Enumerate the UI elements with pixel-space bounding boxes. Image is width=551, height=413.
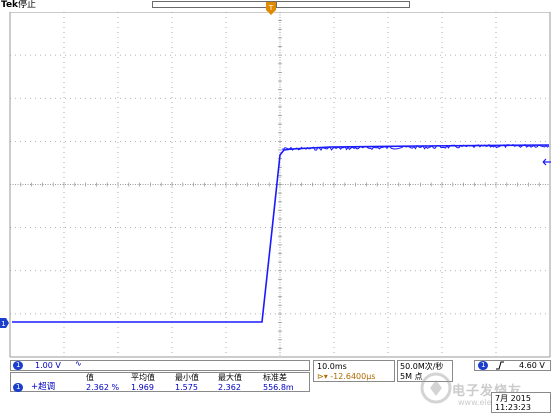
meas-value: 2.362 % [86, 383, 120, 392]
meas-header-value: 值 [86, 373, 94, 382]
trigger-level-marker[interactable] [541, 158, 551, 166]
measurement-source-badge: 1 [13, 383, 24, 392]
delay-value: -12.6400µs [330, 372, 376, 381]
svg-text:1: 1 [1, 320, 5, 328]
record-overview-bar[interactable] [152, 1, 410, 8]
trigger-position-icon[interactable]: T [264, 1, 278, 23]
meas-max: 2.362 [218, 383, 241, 392]
delay-row: ⊳▾ -12.6400µs [317, 372, 376, 382]
acquisition-status: 停止 [18, 0, 37, 10]
graticule [9, 11, 551, 358]
meas-stdev: 556.8m [263, 383, 294, 392]
channel-1-trace [12, 144, 550, 323]
measurement-readout[interactable]: 值 平均值 最小值 最大值 标准差 1 +超调 2.362 % 1.969 1.… [10, 372, 310, 392]
timebase-readout[interactable]: 10.0ms ⊳▾ -12.6400µs [313, 360, 395, 382]
svg-text:T: T [268, 4, 274, 12]
channel-scale-value: 1.00 V [35, 361, 61, 370]
trigger-level-value: 4.60 V [519, 361, 545, 370]
channel-badge: 1 [13, 361, 24, 370]
time: 11:23:23 [495, 403, 531, 412]
channel-scale-readout[interactable]: 1 1.00 V ∿ [10, 359, 310, 371]
meas-header-min: 最小值 [175, 373, 199, 382]
meas-min: 1.575 [175, 383, 198, 392]
waveform-display [9, 11, 551, 358]
channel-1-ground-marker[interactable]: 1 [0, 318, 9, 328]
meas-header-max: 最大值 [218, 373, 242, 382]
measurement-type: +超调 [31, 382, 56, 392]
meas-mean: 1.969 [131, 383, 154, 392]
clock-readout: 7月 2015 11:23:23 [491, 392, 551, 413]
delay-icon: ⊳▾ [317, 372, 328, 381]
bandwidth-limit-icon: ∿ [75, 359, 82, 368]
meas-header-stdev: 标准差 [263, 373, 287, 382]
brand-logo: Tek [1, 0, 19, 10]
meas-header-mean: 平均值 [131, 373, 155, 382]
timebase-value: 10.0ms [317, 362, 347, 371]
